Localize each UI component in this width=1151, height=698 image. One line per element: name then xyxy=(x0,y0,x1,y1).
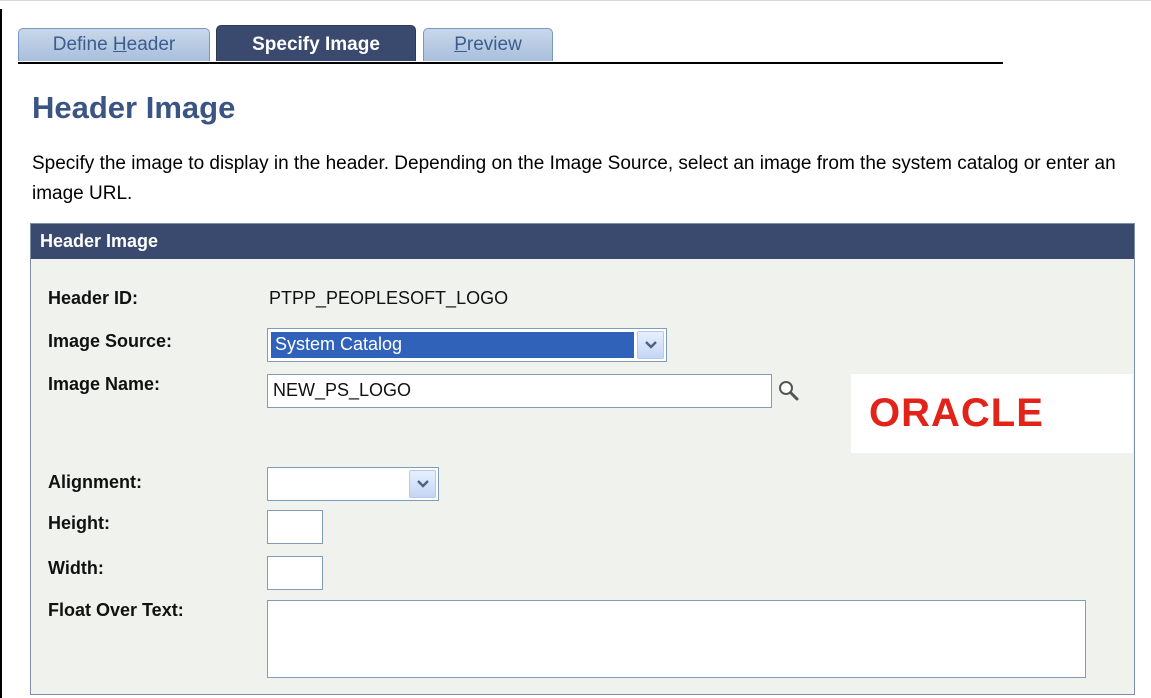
page-instructions: Specify the image to display in the head… xyxy=(32,153,1116,204)
oracle-logo-text: ORACLE xyxy=(869,391,1044,435)
tab-specify-image[interactable]: Specify Image xyxy=(216,25,416,61)
window-top-border xyxy=(0,0,1151,9)
tab-label-post: review xyxy=(466,34,522,55)
image-name-label: Image Name: xyxy=(48,374,161,394)
header-id-value: PTPP_PEOPLESOFT_LOGO xyxy=(269,288,509,308)
width-label: Width: xyxy=(48,558,104,578)
width-input[interactable] xyxy=(267,556,323,590)
tab-label: Specify Image xyxy=(252,34,380,55)
float-over-text-textarea[interactable] xyxy=(267,600,1086,678)
page-title: Header Image xyxy=(32,90,236,125)
window-left-border xyxy=(0,9,2,698)
image-name-input[interactable]: NEW_PS_LOGO xyxy=(267,374,772,408)
height-input[interactable] xyxy=(267,510,323,544)
height-label: Height: xyxy=(48,513,110,533)
tab-label-accesskey: H xyxy=(112,34,127,55)
chevron-down-icon[interactable] xyxy=(637,331,664,359)
tab-label-post: eader xyxy=(126,34,176,55)
header-id-label: Header ID: xyxy=(48,288,139,308)
chevron-down-icon[interactable] xyxy=(409,470,436,498)
image-source-selected-value: System Catalog xyxy=(271,332,634,358)
tab-label-accesskey: P xyxy=(454,34,467,55)
oracle-logo-preview: ORACLE xyxy=(851,374,1133,453)
alignment-label: Alignment: xyxy=(48,472,142,492)
tab-label-pre: Define xyxy=(52,34,113,55)
alignment-select[interactable] xyxy=(267,467,439,501)
float-over-text-label: Float Over Text: xyxy=(48,600,184,620)
image-source-label: Image Source: xyxy=(48,331,173,351)
tab-preview[interactable]: Preview xyxy=(423,28,553,61)
header-image-groupbox: Header Image Header ID: PTPP_PEOPLESOFT_… xyxy=(30,223,1135,695)
image-source-select[interactable]: System Catalog xyxy=(267,328,667,362)
magnifier-icon[interactable] xyxy=(777,379,801,403)
tab-define-header[interactable]: Define Header xyxy=(18,28,210,61)
groupbox-title: Header Image xyxy=(31,224,1134,259)
tab-underline xyxy=(18,62,1003,64)
